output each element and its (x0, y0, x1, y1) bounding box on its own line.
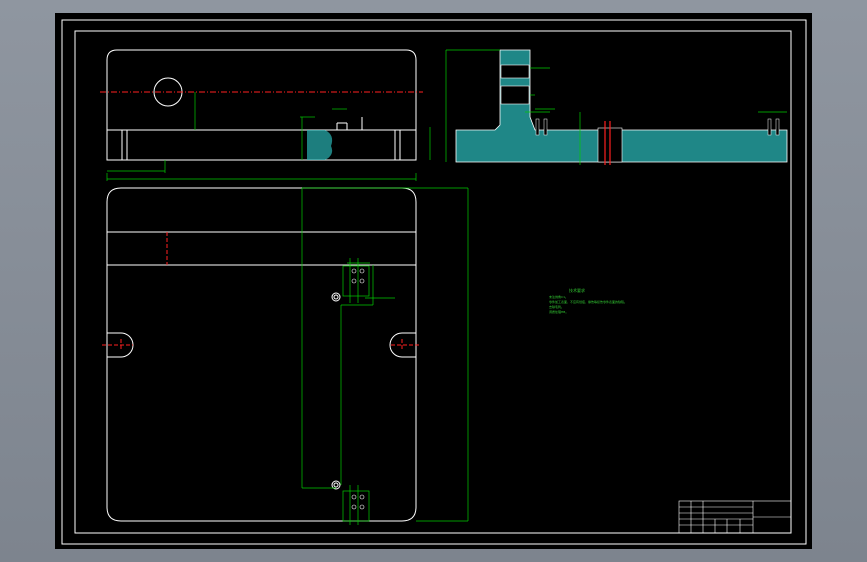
inner-border (74, 30, 792, 534)
front-view-dimensions (106, 92, 431, 181)
section-view (445, 49, 788, 165)
note-line-2: 零件加工表面，不应有划痕、擦伤等损伤零件表面的缺陷。 (549, 300, 628, 304)
front-view-hatch (307, 130, 333, 160)
outer-border (61, 19, 807, 545)
cad-drawing (61, 19, 807, 545)
note-line-3: 去除毛刺。 (549, 305, 565, 309)
plan-view-dimensions (301, 187, 469, 525)
front-view (106, 49, 417, 161)
note-line-1: 未注倒角C1。 (549, 295, 569, 299)
plan-view (106, 187, 417, 522)
drawing-sheet: 技术要求 未注倒角C1。 零件加工表面，不应有划痕、擦伤等损伤零件表面的缺陷。 … (55, 13, 812, 549)
note-line-4: 调质处理HB。 (549, 310, 569, 314)
title-block (678, 500, 792, 534)
notes-title: 技术要求 (569, 288, 585, 293)
